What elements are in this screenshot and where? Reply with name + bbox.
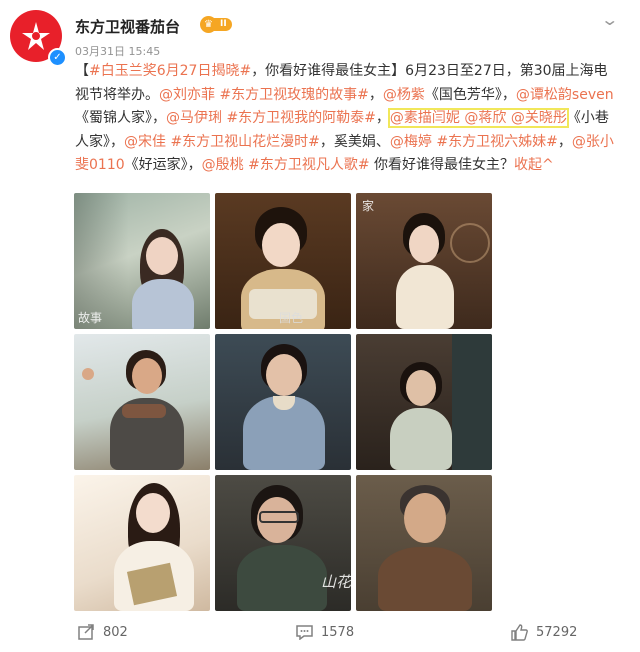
hashtag-link[interactable]: #东方卫视山花烂漫时# bbox=[170, 134, 319, 150]
photo-caption: 故事 bbox=[78, 311, 103, 325]
hashtag-link[interactable]: #东方卫视玫瑰的故事# bbox=[219, 87, 368, 103]
photo-caption: 家 bbox=[362, 199, 375, 213]
photo-5[interactable] bbox=[215, 334, 351, 470]
photo-7[interactable] bbox=[74, 475, 210, 611]
photo-caption: 国色 bbox=[279, 311, 304, 325]
hashtag-link[interactable]: #东方卫视六姊妹# bbox=[436, 134, 557, 150]
photo-1[interactable]: 故事 bbox=[74, 193, 210, 329]
comment-count: 1578 bbox=[321, 624, 355, 640]
photo-grid: 故事 国色 家 山花 bbox=[74, 193, 492, 611]
mention-link[interactable]: @马伊琍 bbox=[166, 110, 222, 126]
post-timestamp[interactable]: 03月31日 15:45 bbox=[75, 43, 160, 59]
badge-level: II bbox=[214, 18, 232, 31]
hashtag-link[interactable]: #东方卫视凡人歌# bbox=[248, 157, 369, 173]
photo-4[interactable] bbox=[74, 334, 210, 470]
mention-link[interactable]: @刘亦菲 bbox=[159, 87, 215, 103]
post-text: 【#白玉兰奖6月27日揭晓#，你看好谁得最佳女主】6月23日至27日，第30届上… bbox=[75, 63, 614, 173]
action-bar: 802 1578 57292 bbox=[0, 624, 640, 648]
repost-button[interactable]: 802 bbox=[78, 624, 128, 640]
mention-link[interactable]: @殷桃 bbox=[202, 157, 244, 173]
comment-icon bbox=[296, 625, 313, 640]
collapse-link[interactable]: 收起^ bbox=[514, 157, 554, 173]
hashtag-link[interactable]: #东方卫视我的阿勒泰# bbox=[226, 110, 375, 126]
photo-8[interactable]: 山花 bbox=[215, 475, 351, 611]
member-badge[interactable]: ♛ II bbox=[200, 16, 232, 33]
hashtag-link[interactable]: #白玉兰奖6月27日揭晓# bbox=[89, 63, 251, 79]
share-icon bbox=[78, 624, 94, 640]
mention-link[interactable]: @谭松韵seven bbox=[516, 87, 614, 103]
photo-2[interactable]: 国色 bbox=[215, 193, 351, 329]
highlighted-mentions: @素描闫妮 @蒋欣 @关晓彤 bbox=[387, 108, 569, 128]
mention-link[interactable]: @宋佳 bbox=[124, 134, 166, 150]
comment-button[interactable]: 1578 bbox=[296, 624, 354, 640]
like-count: 57292 bbox=[536, 625, 578, 640]
more-options-icon[interactable]: ⌄ bbox=[600, 10, 619, 29]
photo-3[interactable]: 家 bbox=[356, 193, 492, 329]
mention-link[interactable]: @杨紫 bbox=[383, 87, 425, 103]
mention-link[interactable]: @素描闫妮 bbox=[390, 110, 460, 126]
chevron-up-icon: ^ bbox=[542, 157, 554, 173]
repost-count: 802 bbox=[103, 624, 128, 640]
mention-link[interactable]: @蒋欣 bbox=[464, 110, 506, 126]
verified-icon: ✓ bbox=[48, 48, 67, 67]
mention-link[interactable]: @关晓彤 bbox=[511, 110, 567, 126]
account-name[interactable]: 东方卫视番茄台 bbox=[75, 16, 180, 37]
photo-caption: 山花 bbox=[321, 573, 351, 591]
photo-6[interactable] bbox=[356, 334, 492, 470]
mention-link[interactable]: @梅婷 bbox=[390, 134, 432, 150]
like-button[interactable]: 57292 bbox=[511, 624, 577, 641]
photo-9[interactable] bbox=[356, 475, 492, 611]
thumbs-up-icon bbox=[511, 624, 528, 641]
